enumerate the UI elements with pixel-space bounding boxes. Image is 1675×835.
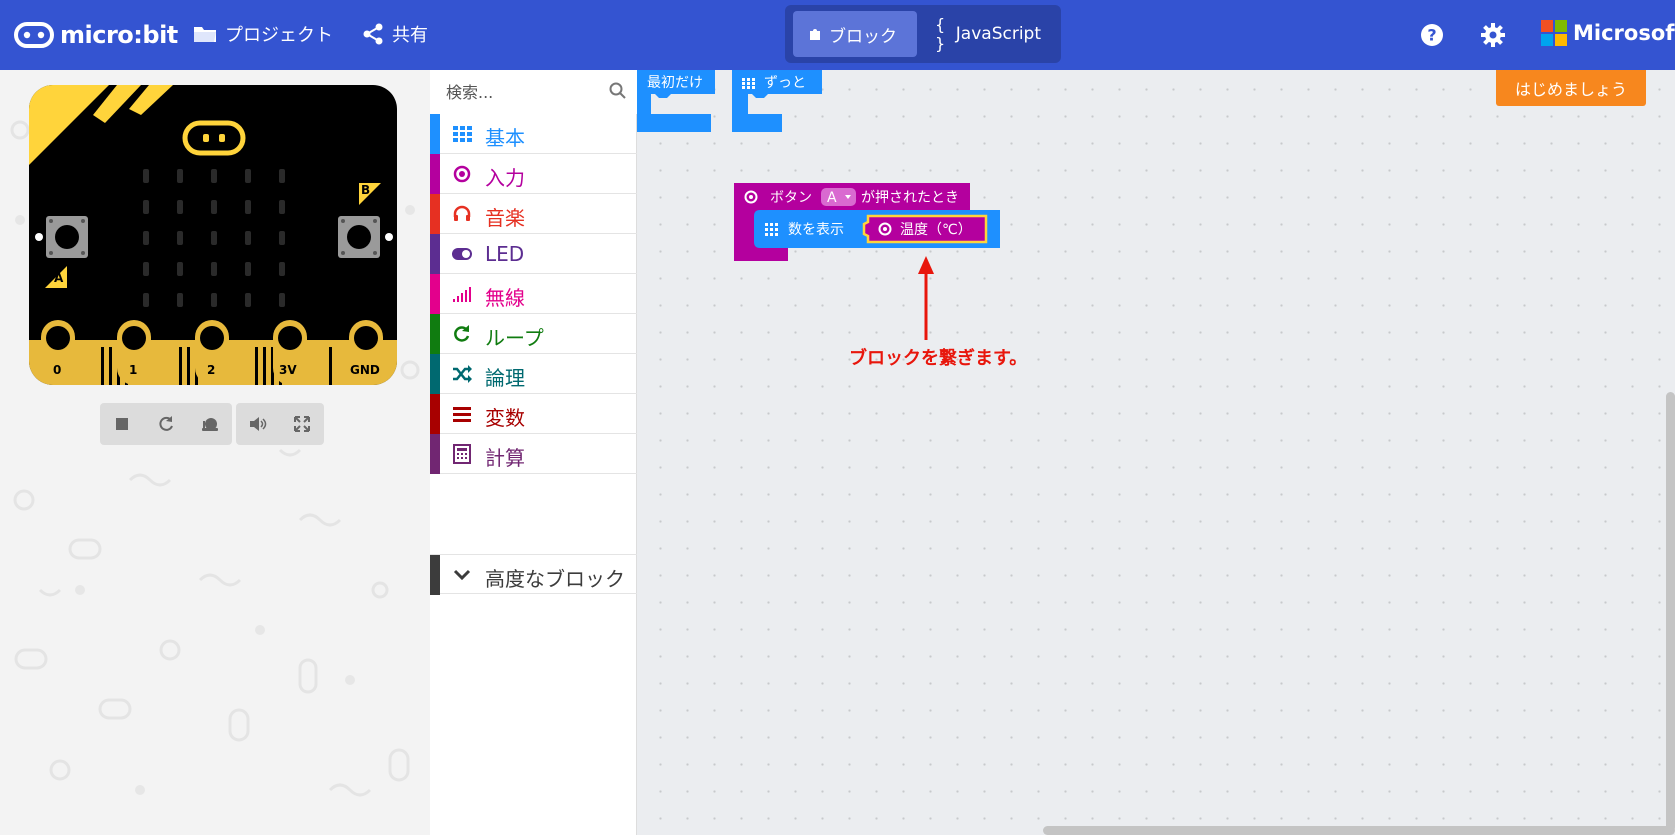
category-input[interactable]: 入力 <box>430 154 637 194</box>
category-math[interactable]: 計算 <box>430 434 637 474</box>
toolbox-search <box>430 70 637 114</box>
slow-mo-button[interactable] <box>197 411 223 437</box>
toggle-icon <box>452 248 472 260</box>
share-label: 共有 <box>392 25 428 46</box>
sim-controls-left <box>100 403 232 445</box>
editor-mode-switch: ブロック { } JavaScript <box>785 5 1061 63</box>
show-number-grid-icon <box>765 223 778 236</box>
microsoft-label: Microsoft <box>1573 21 1675 45</box>
pin-gnd-label: GND <box>350 363 380 377</box>
on-start-label: 最初だけ <box>647 74 703 91</box>
brand-name: micro:bit <box>60 21 178 49</box>
top-bar: micro:bit プロジェクト 共有 ブロック { } JavaScript <box>0 0 1675 70</box>
label-button-b: B <box>361 183 371 197</box>
annotation-text: ブロックを繋ぎます。 <box>849 348 1028 369</box>
category-led-label: LED <box>485 242 525 266</box>
forever-grid-icon <box>742 78 755 89</box>
category-advanced[interactable]: 高度なブロック <box>430 554 637 595</box>
event-suffix-label: が押されたとき <box>861 190 959 206</box>
fullscreen-button[interactable] <box>289 411 315 437</box>
pin-2-label: 2 <box>207 363 216 377</box>
restart-button[interactable] <box>153 411 179 437</box>
microsoft-squares-icon <box>1541 20 1567 46</box>
category-loops[interactable]: ループ <box>430 314 637 354</box>
tab-blocks-label: ブロック <box>829 26 897 47</box>
pin-0-label: 0 <box>53 363 62 377</box>
chevron-down-icon <box>453 569 471 581</box>
loop-icon <box>454 325 470 342</box>
snail-icon <box>202 418 218 431</box>
gear-icon[interactable] <box>1480 22 1506 48</box>
button-a[interactable] <box>46 216 88 258</box>
category-logic-label: 論理 <box>485 366 525 390</box>
lines-icon <box>453 407 471 422</box>
help-icon[interactable]: ? <box>1419 22 1445 48</box>
show-number-block[interactable]: 数を表示 温度（℃） <box>754 210 1006 252</box>
on-start-block[interactable]: 最初だけ <box>637 70 717 132</box>
stop-icon <box>116 418 128 430</box>
sim-controls-right <box>236 403 324 445</box>
blocks-workspace[interactable]: はじめましょう 最初だけ ずっと ボタン A が押されたとき 数を表示 温度（℃… <box>637 70 1675 835</box>
forever-label: ずっと <box>764 75 806 91</box>
microbit-board: A B 0 1 2 3V GND <box>29 85 397 385</box>
expand-icon <box>294 416 310 432</box>
puzzle-icon <box>810 29 820 40</box>
headphones-icon <box>453 205 471 221</box>
category-logic[interactable]: 論理 <box>430 354 637 394</box>
target-icon <box>453 165 471 183</box>
folder-icon <box>194 27 216 42</box>
vertical-scrollbar[interactable] <box>1666 392 1675 832</box>
microsoft-logo[interactable]: Microsoft <box>1541 20 1675 46</box>
category-radio-label: 無線 <box>485 286 525 310</box>
led-matrix <box>143 169 285 307</box>
microbit-logo[interactable]: micro:bit <box>14 20 178 50</box>
category-basic-label: 基本 <box>485 126 525 150</box>
category-variables-label: 変数 <box>485 406 525 430</box>
category-advanced-label: 高度なブロック <box>485 567 625 591</box>
horizontal-scrollbar[interactable] <box>1043 826 1675 835</box>
tab-blocks[interactable]: ブロック <box>793 11 917 57</box>
toolbox: 基本 入力 音楽 LED 無線 ループ <box>430 70 637 835</box>
search-input[interactable] <box>430 70 637 114</box>
grid-icon <box>453 126 472 142</box>
button-b[interactable] <box>338 216 380 258</box>
svg-text:?: ? <box>1427 26 1436 45</box>
speaker-icon <box>250 417 267 431</box>
temperature-label: 温度（℃） <box>900 222 972 238</box>
button-dropdown-value: A <box>827 190 837 206</box>
category-math-label: 計算 <box>485 446 525 470</box>
share-icon <box>363 23 383 45</box>
signal-bars-icon <box>453 287 471 302</box>
get-started-button[interactable]: はじめましょう <box>1496 70 1646 106</box>
stop-button[interactable] <box>109 411 135 437</box>
shuffle-icon <box>453 365 472 383</box>
pin-1-label: 1 <box>129 363 138 377</box>
category-variables[interactable]: 変数 <box>430 394 637 434</box>
projects-button[interactable]: プロジェクト <box>193 18 333 50</box>
category-radio[interactable]: 無線 <box>430 274 637 314</box>
category-loops-label: ループ <box>485 326 544 350</box>
label-button-a: A <box>54 271 64 285</box>
microbit-logo-icon <box>14 22 54 48</box>
tab-javascript-label: JavaScript <box>955 24 1041 44</box>
braces-icon: { } <box>935 15 946 53</box>
pin-3v-label: 3V <box>279 363 297 377</box>
projects-label: プロジェクト <box>225 25 333 46</box>
category-basic[interactable]: 基本 <box>430 114 637 154</box>
category-music-label: 音楽 <box>485 206 525 230</box>
search-icon[interactable] <box>609 82 627 100</box>
event-prefix-label: ボタン <box>770 190 812 206</box>
simulator-panel: A B 0 1 2 3V GND <box>0 70 430 835</box>
forever-block[interactable]: ずっと <box>732 70 832 132</box>
show-number-label: 数を表示 <box>788 222 844 238</box>
category-music[interactable]: 音楽 <box>430 194 637 234</box>
share-button[interactable]: 共有 <box>362 18 428 50</box>
category-led[interactable]: LED <box>430 234 637 274</box>
calculator-icon <box>453 444 471 464</box>
tab-javascript[interactable]: { } JavaScript <box>921 11 1055 57</box>
mute-button[interactable] <box>245 411 271 437</box>
refresh-icon <box>159 416 173 431</box>
category-input-label: 入力 <box>485 166 525 190</box>
annotation-arrow-icon <box>918 256 934 340</box>
